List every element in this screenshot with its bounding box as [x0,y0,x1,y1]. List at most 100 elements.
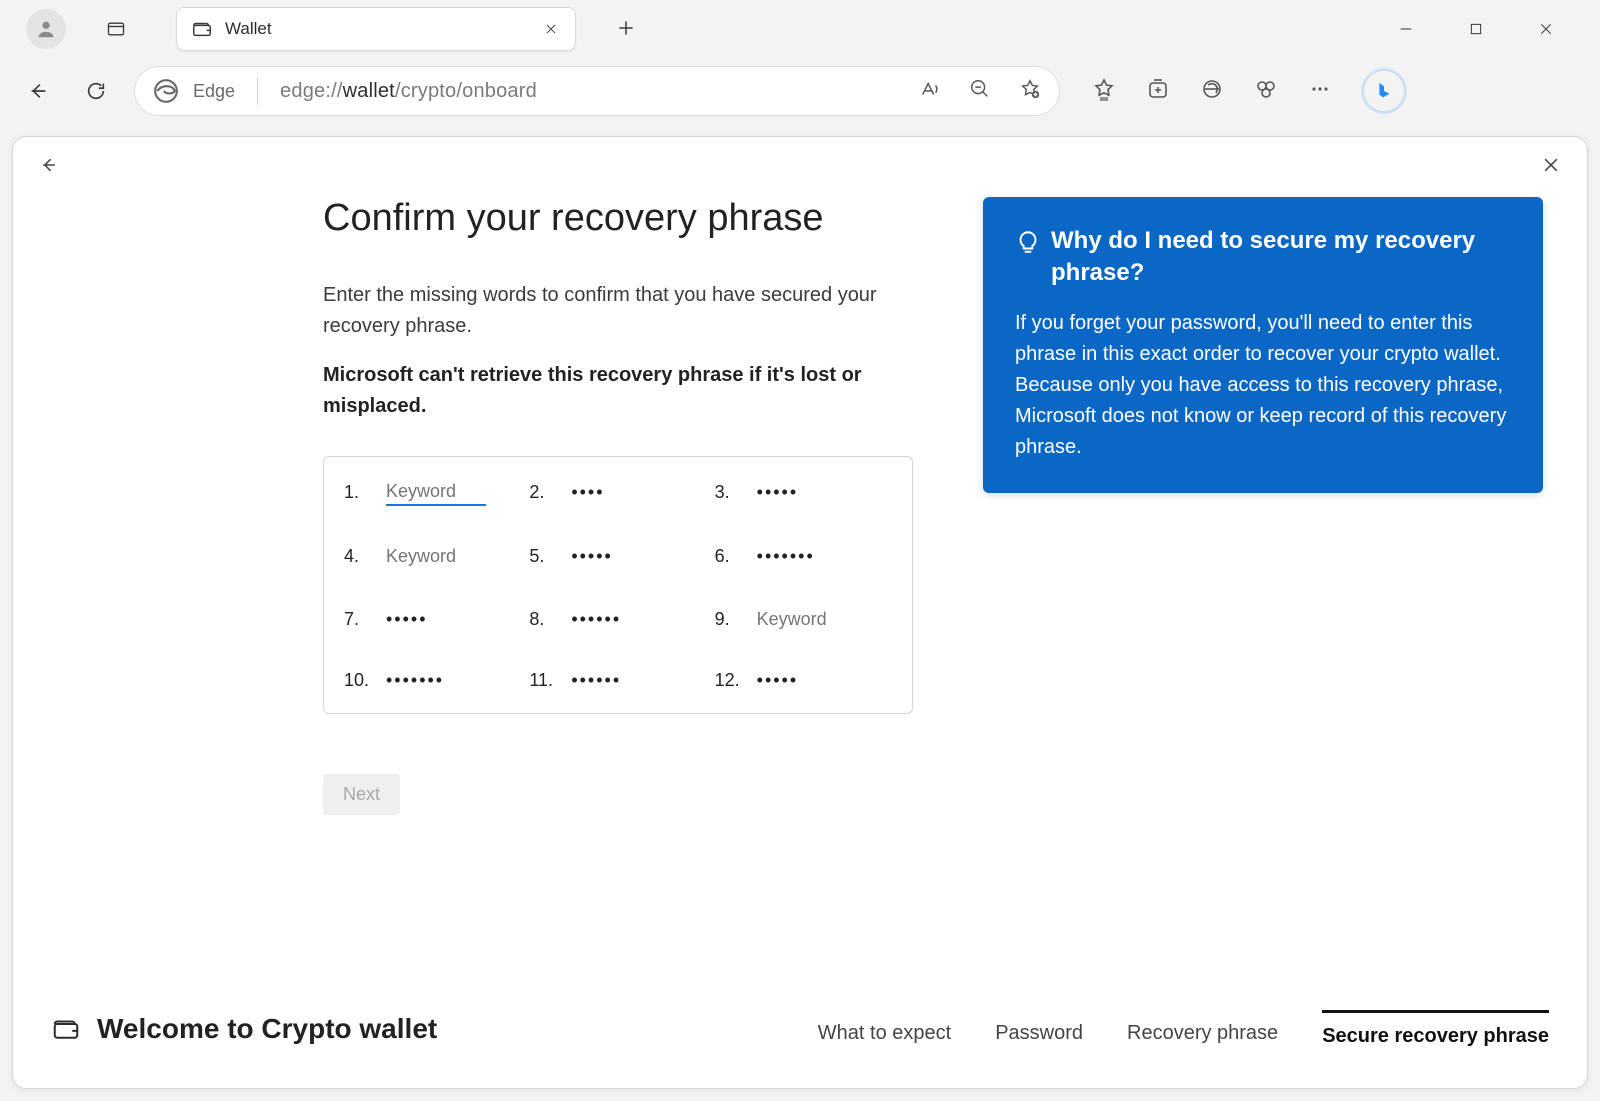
settings-more-button[interactable] [1308,77,1332,106]
browser-tab-bar: Wallet [0,0,1600,58]
zoom-out-button[interactable] [969,78,991,105]
window-maximize[interactable] [1466,19,1486,39]
page-warning: Microsoft can't retrieve this recovery p… [323,360,913,422]
keyword-input[interactable] [386,544,486,569]
tab-overview-icon [106,19,126,39]
collections-icon [1146,77,1170,101]
lightbulb-icon [1015,229,1041,255]
address-separator [257,77,258,105]
masked-word: •••••• [571,670,621,691]
window-controls [1396,19,1592,39]
plus-icon [616,18,636,38]
favorite-button[interactable] [1019,78,1041,105]
recovery-word-cell: 1. [344,479,521,506]
recovery-word-cell: 10. ••••••• [344,670,521,691]
masked-word: ••••• [757,670,799,691]
recovery-word-cell: 11.•••••• [529,670,706,691]
word-number: 8. [529,609,555,630]
address-bar[interactable]: Edge edge://wallet/crypto/onboard [134,66,1060,116]
close-icon [1538,21,1554,37]
word-number: 5. [529,546,555,567]
onboarding-step[interactable]: Secure recovery phrase [1322,1010,1549,1048]
masked-word: •••• [571,482,604,503]
essentials-icon [1254,77,1278,101]
read-aloud-button[interactable] [919,78,941,105]
recovery-word-cell: 5. ••••• [529,544,706,569]
zoom-out-icon [969,78,991,100]
window-close[interactable] [1536,19,1556,39]
onboarding-step[interactable]: Password [995,1010,1083,1048]
word-number: 10. [344,670,370,691]
tip-title: Why do I need to secure my recovery phra… [1051,225,1511,290]
favorites-list-button[interactable] [1092,77,1116,106]
masked-word: •••••• [571,609,621,630]
tab-title: Wallet [225,19,529,39]
ie-mode-button[interactable] [1200,77,1224,106]
recovery-word-cell: 8. •••••• [529,607,706,632]
profile-button[interactable] [26,9,66,49]
read-aloud-icon [919,78,941,100]
word-number: 9. [715,609,741,630]
onboarding-step[interactable]: What to expect [818,1010,951,1048]
keyword-input[interactable] [386,479,486,506]
edge-logo-icon [153,78,179,104]
keyword-input[interactable] [757,607,857,632]
tip-body: If you forget your password, you'll need… [1015,308,1511,463]
tab-overview-button[interactable] [96,9,136,49]
word-number: 7. [344,609,370,630]
edge-label: Edge [193,81,235,102]
maximize-icon [1468,21,1484,37]
nav-back-button[interactable] [18,71,58,111]
wallet-icon [51,1014,81,1044]
new-tab-button[interactable] [606,14,646,45]
minimize-icon [1398,21,1414,37]
recovery-word-cell: 2. •••• [529,479,706,506]
onboarding-step-bar: Welcome to Crypto wallet What to expect P… [13,986,1587,1088]
word-number: 6. [715,546,741,567]
bing-chat-button[interactable] [1362,69,1406,113]
recovery-word-cell: 7.••••• [344,607,521,632]
recovery-word-cell: 6. ••••••• [715,544,892,569]
page-description: Enter the missing words to confirm that … [323,280,913,342]
collections-button[interactable] [1146,77,1170,106]
onboarding-step[interactable]: Recovery phrase [1127,1010,1278,1048]
word-number: 3. [715,482,741,503]
close-icon [1541,155,1561,175]
word-number: 1. [344,482,370,503]
bing-icon [1373,80,1395,102]
masked-word: ••••••• [386,670,444,691]
recovery-word-cell: 9. [715,607,892,632]
recovery-word-cell: 3. ••••• [715,479,892,506]
address-url: edge://wallet/crypto/onboard [280,80,537,103]
onboarding-steps: What to expect Password Recovery phrase Sec… [818,1010,1549,1048]
more-icon [1308,77,1332,101]
ie-icon [1200,77,1224,101]
recovery-word-grid: 1.2.••••3.•••••4.5.•••••6.•••••••7.•••••… [323,456,913,714]
nav-refresh-button[interactable] [76,71,116,111]
recovery-word-cell: 4. [344,544,521,569]
page-back-button[interactable] [39,155,59,180]
browser-essentials-button[interactable] [1254,77,1278,106]
word-number: 12. [715,670,741,691]
browser-tab-active[interactable]: Wallet [176,7,576,51]
recovery-word-cell: 12. ••••• [715,670,892,691]
page-container: Confirm your recovery phrase Enter the m… [12,136,1588,1089]
word-number: 4. [344,546,370,567]
window-minimize[interactable] [1396,19,1416,39]
page-close-button[interactable] [1541,155,1561,180]
arrow-left-icon [27,80,49,102]
masked-word: ••••• [757,482,799,503]
tab-close-button[interactable] [541,19,561,39]
onboarding-title: Welcome to Crypto wallet [97,1013,437,1045]
star-list-icon [1092,77,1116,101]
masked-word: ••••• [571,546,613,567]
refresh-icon [85,80,107,102]
arrow-left-icon [39,155,59,175]
word-number: 2. [529,482,555,503]
info-tip-panel: Why do I need to secure my recovery phra… [983,197,1543,493]
masked-word: ••••••• [757,546,815,567]
wallet-tab-icon [191,18,213,40]
next-button[interactable]: Next [323,774,400,815]
star-add-icon [1019,78,1041,100]
person-icon [35,18,57,40]
